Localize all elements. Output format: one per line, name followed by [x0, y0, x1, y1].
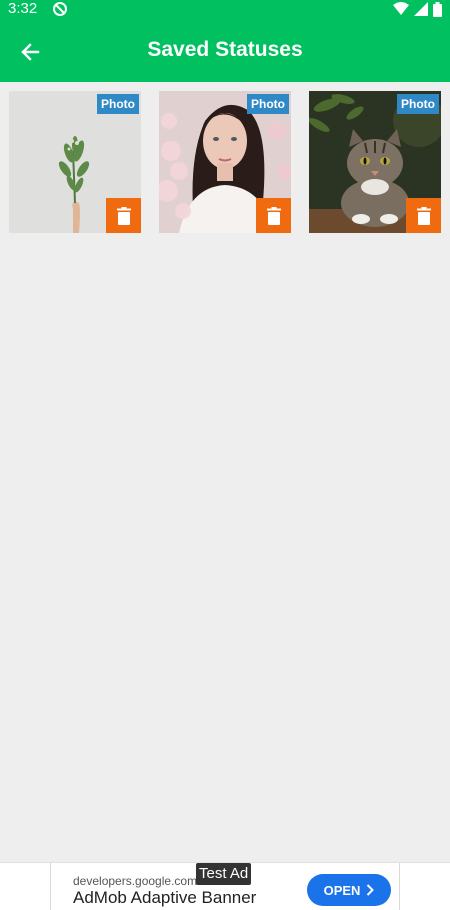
wifi-icon — [393, 2, 409, 15]
ad-domain: developers.google.com — [73, 874, 198, 888]
ad-open-button[interactable]: OPEN — [307, 874, 391, 906]
photo-badge: Photo — [97, 94, 139, 114]
signal-icon — [414, 2, 428, 16]
trash-icon — [116, 206, 131, 225]
photo-badge: Photo — [397, 94, 439, 114]
test-ad-badge: Test Ad — [196, 863, 252, 885]
chevron-right-icon — [367, 884, 375, 896]
page-title: Saved Statuses — [147, 38, 303, 61]
status-grid: Photo Photo Photo — [9, 91, 441, 233]
delete-button[interactable] — [406, 198, 441, 233]
ad-headline: AdMob Adaptive Banner — [73, 888, 257, 907]
app-bar: Saved Statuses — [0, 18, 450, 82]
status-bar: 3:32 — [0, 0, 450, 18]
trash-icon — [266, 206, 281, 225]
status-thumbnail[interactable]: Photo — [309, 91, 441, 233]
status-icons — [393, 1, 442, 17]
do-not-disturb-icon — [53, 2, 67, 16]
delete-button[interactable] — [256, 198, 291, 233]
status-thumbnail[interactable]: Photo — [159, 91, 291, 233]
trash-icon — [416, 206, 431, 225]
delete-button[interactable] — [106, 198, 141, 233]
status-time: 3:32 — [8, 0, 38, 17]
battery-icon — [433, 1, 442, 17]
ad-open-label: OPEN — [323, 882, 361, 898]
status-thumbnail[interactable]: Photo — [9, 91, 141, 233]
arrow-back-icon — [21, 43, 40, 61]
back-button[interactable] — [12, 34, 48, 70]
photo-badge: Photo — [247, 94, 289, 114]
